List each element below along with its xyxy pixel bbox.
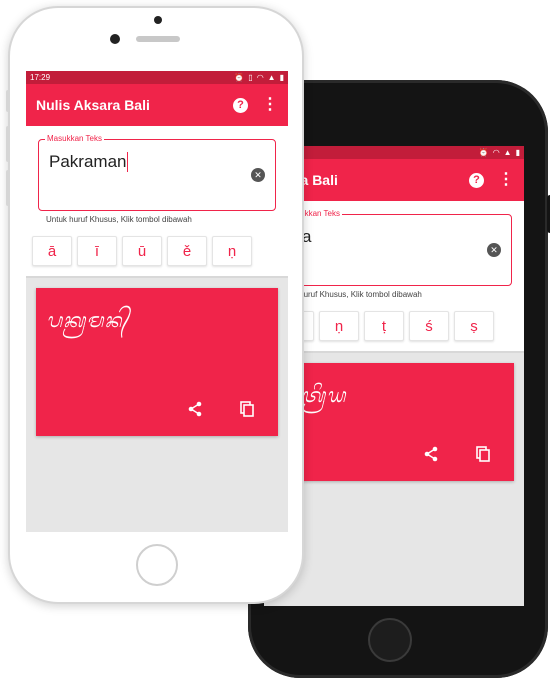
key-t-dot[interactable]: ṭ (364, 311, 404, 341)
aksara-output-text: ᬧᬓ᭄ᬭᬫᬦ᭄ (46, 308, 130, 332)
phone-speaker (136, 36, 180, 42)
clear-icon[interactable]: ✕ (487, 243, 501, 257)
share-icon[interactable] (186, 400, 204, 418)
more-vert-icon[interactable]: ⋮ (498, 172, 514, 188)
phone-home-button (136, 544, 178, 586)
status-time: 17:29 (30, 73, 51, 82)
key-i-macron[interactable]: ī (77, 236, 117, 266)
help-icon[interactable]: ? (233, 97, 248, 113)
help-icon[interactable]: ? (469, 172, 484, 188)
phone-volume-button (6, 126, 10, 162)
battery-icon: ▮ (515, 148, 520, 157)
copy-icon[interactable] (474, 445, 492, 463)
clear-icon[interactable]: ✕ (251, 168, 265, 182)
share-icon[interactable] (422, 445, 440, 463)
special-char-hint: Untuk huruf Khusus, Klik tombol dibawah (276, 290, 422, 299)
key-s-acute[interactable]: ś (409, 311, 449, 341)
special-keys-row: ā ī ū ě ṇ (26, 230, 288, 278)
key-n-dot[interactable]: ṇ (319, 311, 359, 341)
phone-home-button (368, 618, 412, 662)
input-label: Masukkan Teks (45, 134, 104, 143)
signal-icon: ▲ (503, 148, 512, 157)
phone-volume-button (6, 170, 10, 206)
front-input-area: Masukkan Teks Pakraman ✕ Untuk huruf Khu… (26, 126, 288, 230)
special-char-hint: Untuk huruf Khusus, Klik tombol dibawah (46, 215, 192, 224)
status-icons: ⏰ ◠ ▲ ▮ (479, 148, 520, 157)
copy-icon[interactable] (238, 400, 256, 418)
status-icons: ⏰ ▯ ◠ ▲ ▮ (234, 73, 284, 82)
signal-icon: ▲ (267, 73, 276, 82)
input-value[interactable]: Pakraman (49, 152, 129, 172)
phone-camera (154, 16, 162, 24)
front-app-bar: Nulis Aksara Bali ? ⋮ (26, 84, 288, 126)
more-vert-icon[interactable]: ⋮ (262, 97, 278, 113)
phone-volume-button (6, 90, 10, 112)
alarm-icon: ⏰ (234, 73, 245, 82)
text-input-field[interactable]: Masukkan Teks Pakraman ✕ (38, 134, 276, 211)
app-title: Nulis Aksara Bali (36, 97, 150, 113)
key-s-dot[interactable]: ṣ (454, 311, 494, 341)
aksara-output-card: ᬲᬢ᭄ᬭᬶᬬ (274, 363, 514, 481)
wifi-icon: ◠ (256, 73, 264, 82)
front-screen: 17:29 ⏰ ▯ ◠ ▲ ▮ Nulis Aksara Bali ? ⋮ Ma… (26, 71, 288, 532)
aksara-output-card: ᬧᬓ᭄ᬭᬫᬦ᭄ (36, 288, 278, 436)
phone-sensor (110, 34, 120, 44)
key-a-macron[interactable]: ā (32, 236, 72, 266)
front-status-bar: 17:29 ⏰ ▯ ◠ ▲ ▮ (26, 71, 288, 84)
key-e-breve[interactable]: ě (167, 236, 207, 266)
wifi-icon: ◠ (492, 148, 500, 157)
vibrate-icon: ▯ (248, 73, 253, 82)
text-input-field[interactable]: Masukkan Teks Satria ✕ (267, 209, 512, 286)
key-u-macron[interactable]: ū (122, 236, 162, 266)
alarm-icon: ⏰ (478, 148, 489, 157)
key-n-dot[interactable]: ṇ (212, 236, 252, 266)
battery-icon: ▮ (279, 73, 284, 82)
